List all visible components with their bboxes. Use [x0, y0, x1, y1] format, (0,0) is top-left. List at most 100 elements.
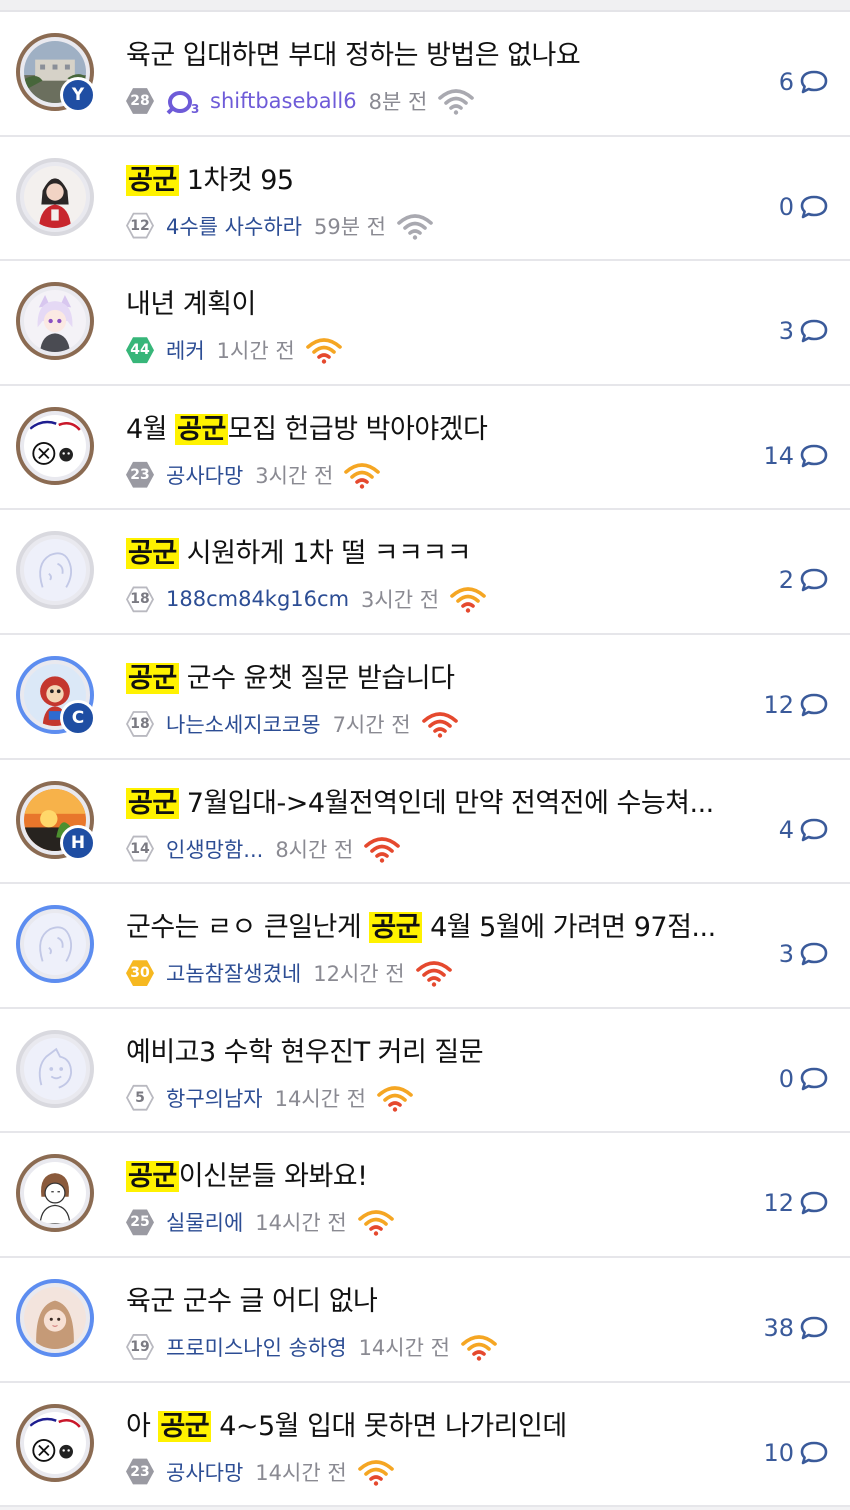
- author-name[interactable]: 고놈참잘생겼네: [166, 958, 301, 988]
- author-name[interactable]: 공사다망: [166, 1457, 243, 1487]
- post-title[interactable]: 육군 입대하면 부대 정하는 방법은 없나요: [126, 36, 742, 76]
- post-title[interactable]: 공군 7월입대->4월전역인데 만약 전역전에 수능쳐...: [126, 784, 742, 824]
- comment-count[interactable]: 4: [779, 816, 828, 844]
- title-text: 7월입대->4월전역인데 만약 전역전에 수능쳐...: [178, 787, 715, 819]
- post-row[interactable]: 내년 계획이 44 레커 1시간 전 3: [0, 261, 850, 386]
- title-text: 4월: [126, 413, 176, 445]
- post-meta: 5 항구의남자 14시간 전: [126, 1081, 414, 1115]
- comment-count[interactable]: 14: [763, 442, 828, 470]
- activity-signal-icon: [450, 587, 486, 614]
- post-meta: 30 고놈참잘생겼네 12시간 전: [126, 956, 453, 990]
- comment-count[interactable]: 6: [779, 68, 828, 96]
- user-avatar[interactable]: [16, 406, 94, 485]
- user-avatar[interactable]: [16, 282, 94, 361]
- post-row[interactable]: 공군이신분들 와봐요! 25 실물리에 14시간 전 12: [0, 1133, 850, 1258]
- author-name[interactable]: 레커: [166, 335, 205, 365]
- post-title[interactable]: 4월 공군모집 헌급방 박아야겠다: [126, 410, 742, 450]
- post-row[interactable]: C 공군 군수 윤챗 질문 받습니다 18 나는소세지코코몽 7시간 전 12: [0, 634, 850, 760]
- title-text: 4~5월 입대 못하면 나가리인데: [211, 1410, 567, 1442]
- user-avatar[interactable]: Y: [16, 33, 96, 113]
- post-row[interactable]: H 공군 7월입대->4월전역인데 만약 전역전에 수능쳐... 14 인생망함...…: [0, 759, 850, 885]
- post-row[interactable]: Y 육군 입대하면 부대 정하는 방법은 없나요 28 3 shiftbaseball6…: [0, 12, 850, 137]
- comment-count-number: 2: [778, 566, 794, 595]
- post-row[interactable]: 군수는 ㄹㅇ 큰일난게 공군 4월 5월에 가려면 97점... 30 고놈참잘생겼…: [0, 884, 850, 1009]
- comment-count[interactable]: 3: [779, 317, 828, 345]
- author-name[interactable]: 공사다망: [166, 460, 243, 490]
- level-number: 28: [130, 93, 150, 109]
- post-title[interactable]: 내년 계획이: [126, 285, 742, 325]
- level-number: 18: [130, 591, 150, 608]
- post-meta: 25 실물리에 14시간 전: [126, 1205, 395, 1239]
- comment-count[interactable]: 12: [763, 691, 828, 719]
- post-meta: 28 3 shiftbaseball6 8분 전: [126, 84, 475, 118]
- title-text: 군수 윤챗 질문 받습니다: [178, 662, 455, 694]
- post-time: 1시간 전: [216, 339, 295, 364]
- user-avatar[interactable]: [16, 1029, 94, 1108]
- level-number: 44: [130, 342, 150, 359]
- author-name[interactable]: 4수를 사수하라: [166, 211, 302, 241]
- avatar-image: [24, 1037, 86, 1100]
- post-title[interactable]: 공군 시원하게 1차 떨 ㅋㅋㅋㅋ: [126, 534, 742, 574]
- comment-count[interactable]: 10: [763, 1439, 828, 1467]
- avatar-image: [24, 913, 86, 976]
- comment-count[interactable]: 38: [763, 1314, 828, 1342]
- title-text: 군수는 ㄹㅇ 큰일난게: [126, 912, 370, 944]
- title-text: 육군 입대하면 부대 정하는 방법은 없나요: [126, 40, 581, 71]
- post-time: 14시간 전: [255, 1460, 347, 1485]
- highlighted-keyword: 공군: [126, 1161, 179, 1193]
- comment-count[interactable]: 2: [779, 566, 828, 594]
- activity-signal-icon: [415, 961, 452, 987]
- title-text: 내년 계획이: [126, 289, 256, 321]
- author-name[interactable]: 항구의남자: [166, 1083, 263, 1113]
- comment-count[interactable]: 0: [779, 193, 828, 221]
- level-number: 30: [130, 965, 150, 982]
- top-divider: [0, 0, 850, 12]
- author-name[interactable]: 실물리에: [166, 1207, 243, 1237]
- post-row[interactable]: 아 공군 4~5월 입대 못하면 나가리인데 23 공사다망 14시간 전 10: [0, 1382, 850, 1508]
- post-row[interactable]: 4월 공군모집 헌급방 박아야겠다 23 공사다망 3시간 전 14: [0, 385, 850, 511]
- post-row[interactable]: 공군 1차컷 95 12 4수를 사수하라 59분 전 0: [0, 136, 850, 262]
- author-name[interactable]: 인생망함...: [166, 834, 263, 864]
- activity-signal-icon: [357, 1210, 394, 1237]
- comment-count-number: 14: [763, 441, 794, 470]
- avatar-image: [24, 290, 86, 353]
- comment-count[interactable]: 12: [763, 1189, 828, 1217]
- user-avatar[interactable]: [16, 1403, 94, 1482]
- author-name[interactable]: 프로미스나인 송하영: [166, 1332, 347, 1362]
- post-row[interactable]: 공군 시원하게 1차 떨 ㅋㅋㅋㅋ 18 188cm84kg16cm 3시간 전 2: [0, 510, 850, 635]
- user-avatar[interactable]: H: [16, 780, 96, 861]
- level-number: 25: [130, 1214, 150, 1231]
- user-avatar[interactable]: [16, 1278, 94, 1357]
- post-title[interactable]: 공군 1차컷 95: [126, 161, 742, 201]
- comment-count[interactable]: 0: [779, 1065, 828, 1093]
- highlighted-keyword: 공군: [126, 662, 179, 694]
- comment-count-number: 10: [763, 1438, 794, 1467]
- title-text: 시원하게 1차 떨 ㅋㅋㅋㅋ: [178, 538, 472, 570]
- post-title[interactable]: 공군이신분들 와봐요!: [126, 1157, 742, 1197]
- title-text: 모집 헌급방 박아야겠다: [227, 413, 488, 445]
- author-name[interactable]: 188cm84kg16cm: [166, 587, 349, 611]
- comment-bubble-icon: [800, 195, 828, 218]
- author-name[interactable]: shiftbaseball6: [210, 89, 357, 113]
- author-name[interactable]: 나는소세지코코몽: [166, 709, 321, 739]
- comment-count[interactable]: 3: [779, 940, 828, 968]
- user-avatar[interactable]: [16, 157, 94, 236]
- user-avatar[interactable]: [16, 905, 94, 984]
- user-avatar[interactable]: C: [16, 655, 96, 736]
- post-title[interactable]: 공군 군수 윤챗 질문 받습니다: [126, 659, 742, 699]
- user-avatar[interactable]: [16, 531, 94, 610]
- post-row[interactable]: 육군 군수 글 어디 없나 19 프로미스나인 송하영 14시간 전 38: [0, 1257, 850, 1383]
- comment-bubble-icon: [800, 1192, 828, 1215]
- user-avatar[interactable]: [16, 1154, 94, 1233]
- comment-bubble-icon: [800, 1441, 828, 1464]
- post-title[interactable]: 군수는 ㄹㅇ 큰일난게 공군 4월 5월에 가려면 97점...: [126, 908, 742, 948]
- post-title[interactable]: 아 공군 4~5월 입대 못하면 나가리인데: [126, 1407, 742, 1447]
- post-title[interactable]: 예비고3 수학 현우진T 커리 질문: [126, 1033, 742, 1073]
- comment-count-number: 6: [778, 68, 794, 96]
- comment-bubble-icon: [800, 569, 828, 592]
- post-row[interactable]: 예비고3 수학 현우진T 커리 질문 5 항구의남자 14시간 전 0: [0, 1008, 850, 1134]
- comment-bubble-icon: [800, 444, 828, 468]
- avatar-image: [24, 414, 86, 477]
- level-badge: 30: [126, 960, 154, 987]
- post-title[interactable]: 육군 군수 글 어디 없나: [126, 1282, 742, 1322]
